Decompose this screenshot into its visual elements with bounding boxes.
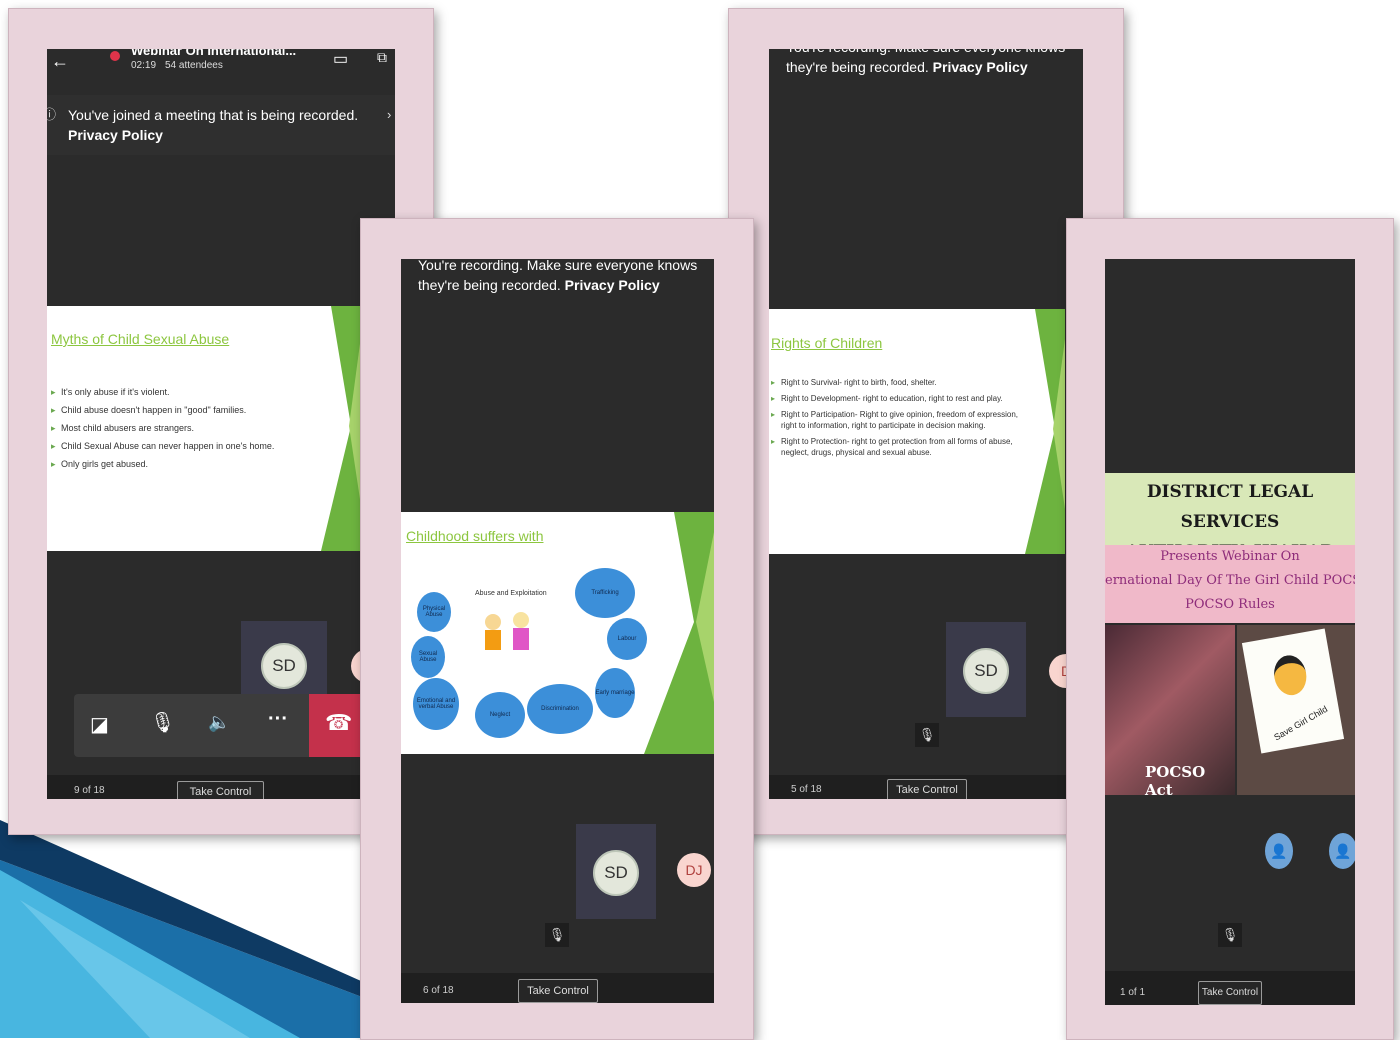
slide-bullet: Right to Protection- right to get protec… — [771, 436, 1019, 458]
diagram-bubble: Trafficking — [575, 568, 635, 618]
call-controls-bar: ◪ 🎙 🔈 ··· ☎ — [74, 694, 395, 757]
slide-bullet-list: It's only abuse if it's violent. Child a… — [51, 386, 331, 476]
banner-title: DISTRICT LEGAL SERVICES AUTHORITY, JHAJJ… — [1105, 473, 1355, 562]
privacy-policy-link[interactable]: Privacy Policy — [933, 59, 1028, 75]
participant-tile[interactable]: SD — [576, 824, 656, 919]
meeting-timer: 02:19 — [131, 60, 157, 71]
avatar: SD — [593, 850, 639, 896]
subtitle-line-2: ernational Day Of The Girl Child POCSO A… — [1105, 573, 1355, 588]
diagram-center-label: Abuse and Exploitation — [475, 590, 547, 597]
mic-muted-icon: 🎙 — [915, 723, 939, 747]
photo-caption: Save Girl Child — [1272, 703, 1330, 743]
save-girl-child-photo: Save Girl Child — [1237, 625, 1355, 795]
diagram-bubble: Discrimination — [527, 684, 593, 734]
info-icon: ⓘ — [47, 107, 57, 122]
diagram-bubble: Sexual Abuse — [411, 636, 445, 678]
banner-line-1: DISTRICT LEGAL SERVICES — [1146, 482, 1314, 532]
diagram-bubble: Neglect — [475, 692, 525, 738]
participant-avatar-icon[interactable]: 👤 — [1329, 833, 1355, 869]
bottom-bar: 9 of 18 Take Control — [47, 775, 395, 799]
shared-slide: Childhood suffers with Abuse and Exploit… — [401, 512, 714, 754]
screenshot-frame-2: You're recording. Make sure everyone kno… — [360, 218, 754, 1040]
meeting-title: Webinar On International... — [131, 49, 297, 58]
speaker-icon[interactable]: 🔈 — [208, 712, 230, 733]
teams-meeting-screen-2: You're recording. Make sure everyone kno… — [401, 259, 714, 1003]
bottom-bar: 1 of 1 Take Control — [1105, 971, 1355, 1005]
recording-notice: ⓘ You've joined a meeting that is being … — [47, 95, 395, 155]
slide-bullet: It's only abuse if it's violent. — [51, 386, 331, 399]
mic-muted-icon: 🎙 — [545, 923, 569, 947]
slide-bullet: Child Sexual Abuse can never happen in o… — [51, 440, 331, 453]
banner-subtitle: Presents Webinar On ernational Day Of Th… — [1105, 545, 1355, 623]
shared-slide: Rights of Children Right to Survival- ri… — [769, 309, 1065, 554]
shared-slide: Myths of Child Sexual Abuse It's only ab… — [47, 306, 361, 551]
take-control-button[interactable]: Take Control — [887, 779, 967, 799]
recording-dot-icon — [110, 51, 120, 61]
teams-meeting-screen-3: You're recording. Make sure everyone kno… — [769, 49, 1083, 799]
participant-tile[interactable]: SD — [946, 622, 1026, 717]
pocso-photo: POCSO Act — [1105, 625, 1235, 799]
chat-icon[interactable]: ▭ — [333, 49, 348, 69]
slide-title: Myths of Child Sexual Abuse — [51, 331, 230, 347]
take-control-button[interactable]: Take Control — [518, 979, 598, 1003]
slide-bullet: Right to Participation- Right to give op… — [771, 409, 1019, 431]
slide-title: Rights of Children — [771, 335, 883, 351]
diagram-bubble: Early marriage — [595, 668, 635, 718]
page-count: 1 of 1 — [1120, 987, 1146, 998]
attendee-count: 54 attendees — [165, 60, 223, 71]
diagram-bubble: Emotional and verbal Abuse — [413, 678, 459, 730]
mic-muted-icon: 🎙 — [1218, 923, 1242, 947]
avatar: SD — [963, 648, 1009, 694]
slide-green-decoration — [1025, 309, 1065, 554]
recording-notice-text: You've joined a meeting that is being re… — [68, 107, 359, 123]
take-control-button[interactable]: Take Control — [1198, 981, 1262, 1005]
slide-bullet-list: Right to Survival- right to birth, food,… — [771, 377, 1019, 463]
diagram-bubble: Labour — [607, 618, 647, 660]
participant-avatar-icon[interactable]: 👤 — [1265, 833, 1293, 869]
slide-title: Childhood suffers with — [406, 528, 544, 544]
avatar: SD — [261, 643, 307, 689]
close-notice-icon[interactable]: › — [387, 105, 391, 125]
participants-icon[interactable]: ⧉ — [377, 49, 387, 66]
privacy-policy-link[interactable]: Privacy Policy — [565, 277, 660, 293]
page-count: 5 of 18 — [791, 784, 822, 795]
camera-off-icon[interactable]: ◪ — [90, 712, 109, 737]
screenshot-frame-4: DISTRICT LEGAL SERVICES AUTHORITY, JHAJJ… — [1066, 218, 1394, 1040]
bottom-bar: 5 of 18 Take Control — [769, 775, 1083, 799]
slide-bullet: Most child abusers are strangers. — [51, 422, 331, 435]
teams-meeting-screen-1: ← Webinar On International... 02:19 54 a… — [47, 49, 395, 799]
teams-meeting-screen-4: DISTRICT LEGAL SERVICES AUTHORITY, JHAJJ… — [1105, 259, 1355, 1005]
subtitle-line-3: POCSO Rules — [1185, 597, 1275, 612]
recording-notice: You're recording. Make sure everyone kno… — [786, 49, 1076, 77]
page-count: 6 of 18 — [423, 985, 454, 996]
back-arrow-icon[interactable]: ← — [51, 51, 69, 72]
photo-caption: POCSO Act — [1145, 763, 1206, 799]
mic-muted-icon[interactable]: 🎙 — [150, 710, 175, 735]
slide-bullet: Only girls get abused. — [51, 458, 331, 471]
take-control-button[interactable]: Take Control — [177, 781, 264, 799]
girl-icon — [1270, 652, 1310, 698]
privacy-policy-link[interactable]: Privacy Policy — [68, 127, 163, 143]
slide-bullet: Right to Development- right to education… — [771, 393, 1019, 404]
bottom-bar: 6 of 18 Take Control — [401, 973, 714, 1003]
screenshot-frame-3: You're recording. Make sure everyone kno… — [728, 8, 1124, 835]
avatar: DJ — [677, 853, 711, 887]
phone-hangup-icon: ☎ — [325, 710, 353, 735]
page-count: 9 of 18 — [74, 785, 105, 796]
slide-bullet: Right to Survival- right to birth, food,… — [771, 377, 1019, 388]
diagram-bubble: Physical Abuse — [417, 592, 451, 632]
recording-notice: You're recording. Make sure everyone kno… — [418, 259, 708, 295]
subtitle-line-1: Presents Webinar On — [1160, 549, 1300, 564]
more-options-icon[interactable]: ··· — [268, 708, 288, 731]
slide-bullet: Child abuse doesn't happen in "good" fam… — [51, 404, 331, 417]
children-illustration — [479, 610, 537, 670]
